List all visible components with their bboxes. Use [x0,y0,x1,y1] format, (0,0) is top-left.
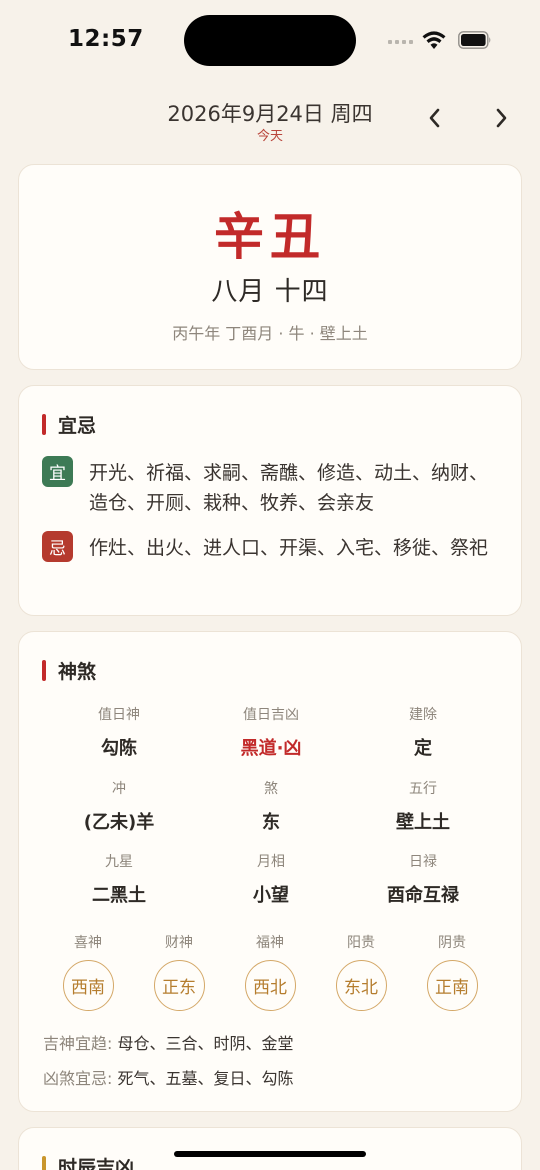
status-bar: 12:57 [0,0,540,84]
direction-value: 正南 [426,960,478,1011]
day-ganzhi: 辛丑 [214,207,326,266]
ji-shen-label: 吉神宜趋: [43,1034,113,1053]
direction-xishen: 喜神 西南 [58,932,118,1011]
yi-row: 宜 开光、祈福、求嗣、斋醮、修造、动土、纳财、造仓、开厕、栽种、牧养、会亲友 [42,456,502,518]
dynamic-island [184,15,356,66]
yi-badge: 宜 [42,456,73,487]
grid-item-wuxing: 五行 壁上土 [343,778,503,834]
grid-item-rilu: 日禄 酉命互禄 [343,851,503,907]
direction-fushen: 福神 西北 [240,932,300,1011]
shichen-card: 时辰吉凶 [18,1127,522,1170]
lunar-date: 八月 十四 [211,277,329,307]
yiji-card: 宜忌 宜 开光、祈福、求嗣、斋醮、修造、动土、纳财、造仓、开厕、栽种、牧养、会亲… [18,385,522,616]
xiong-sha-line: 凶煞宜忌: 死气、五墓、复日、勾陈 [43,1065,294,1089]
cellular-signal-icon [388,40,413,44]
grid-item-zhiri-jixiong: 值日吉凶 黑道·凶 [191,704,351,760]
grid-label: 五行 [409,781,437,797]
shensha-card: 神煞 值日神 勾陈 值日吉凶 黑道·凶 建除 定 冲 (乙未)羊 煞 东 五行 … [18,631,522,1112]
grid-item-jiuxing: 九星 二黑土 [39,851,199,907]
shensha-section-title: 神煞 [42,658,97,683]
grid-item-chong: 冲 (乙未)羊 [39,778,199,834]
grid-item-zhirishen: 值日神 勾陈 [39,704,199,760]
current-date[interactable]: 2026年9月24日 周四 [0,98,540,128]
direction-label: 阴贵 [438,935,466,951]
grid-label: 值日神 [98,707,140,723]
ji-shen-value: 母仓、三合、时阴、金堂 [117,1034,294,1053]
section-accent-bar [42,1155,46,1170]
grid-item-yuexiang: 月相 小望 [191,851,351,907]
grid-label: 日禄 [409,854,437,870]
ji-row: 忌 作灶、出火、进人口、开渠、入宅、移徙、祭祀 [42,531,502,563]
direction-value: 西北 [244,960,296,1011]
direction-label: 阳贵 [347,935,375,951]
grid-label: 月相 [257,854,285,870]
section-accent-bar [42,659,46,681]
shichen-title: 时辰吉凶 [58,1156,135,1170]
shichen-section-title: 时辰吉凶 [42,1154,134,1170]
direction-label: 喜神 [74,935,102,951]
ji-shen-line: 吉神宜趋: 母仓、三合、时阴、金堂 [43,1030,294,1054]
battery-icon [458,31,491,49]
section-accent-bar [42,413,46,435]
direction-caishen: 财神 正东 [149,932,209,1011]
grid-label: 煞 [264,781,278,797]
direction-value: 西南 [62,960,114,1011]
xiong-sha-value: 死气、五墓、复日、勾陈 [117,1069,294,1088]
grid-value: 壁上土 [396,812,450,833]
today-label[interactable]: 今天 [0,125,540,144]
grid-value: 酉命互禄 [387,885,459,906]
direction-yanggui: 阳贵 东北 [331,932,391,1011]
home-indicator[interactable] [174,1151,366,1157]
grid-value: 黑道·凶 [240,738,302,759]
grid-value: 勾陈 [101,738,137,759]
ji-text: 作灶、出火、进人口、开渠、入宅、移徙、祭祀 [89,537,489,559]
status-time: 12:57 [68,26,144,52]
grid-value: 小望 [253,885,289,906]
xiong-sha-label: 凶煞宜忌: [43,1069,113,1088]
grid-value: 东 [262,812,280,833]
direction-label: 财神 [165,935,193,951]
chevron-left-icon[interactable] [423,106,447,130]
grid-label: 九星 [105,854,133,870]
shensha-title: 神煞 [58,660,97,683]
direction-value: 东北 [335,960,387,1011]
ji-badge: 忌 [42,531,73,562]
direction-yingui: 阴贵 正南 [422,932,482,1011]
yiji-title: 宜忌 [58,414,97,437]
grid-label: 冲 [112,781,126,797]
grid-value: 定 [414,738,432,759]
chevron-right-icon[interactable] [489,106,513,130]
year-month-pillars: 丙午年 丁酉月 · 牛 · 壁上土 [172,324,368,343]
wifi-icon [422,31,446,49]
direction-value: 正东 [153,960,205,1011]
date-header: 2026年9月24日 周四 今天 [0,96,540,148]
grid-label: 建除 [409,707,437,723]
yi-text: 开光、祈福、求嗣、斋醮、修造、动土、纳财、造仓、开厕、栽种、牧养、会亲友 [89,462,489,514]
grid-item-jianchu: 建除 定 [343,704,503,760]
grid-value: 二黑土 [92,885,146,906]
grid-label: 值日吉凶 [243,707,299,723]
yiji-section-title: 宜忌 [42,412,97,437]
day-summary-card: 辛丑 八月 十四 丙午年 丁酉月 · 牛 · 壁上土 [18,164,522,370]
grid-item-sha: 煞 东 [191,778,351,834]
grid-value: (乙未)羊 [83,812,155,833]
direction-label: 福神 [256,935,284,951]
